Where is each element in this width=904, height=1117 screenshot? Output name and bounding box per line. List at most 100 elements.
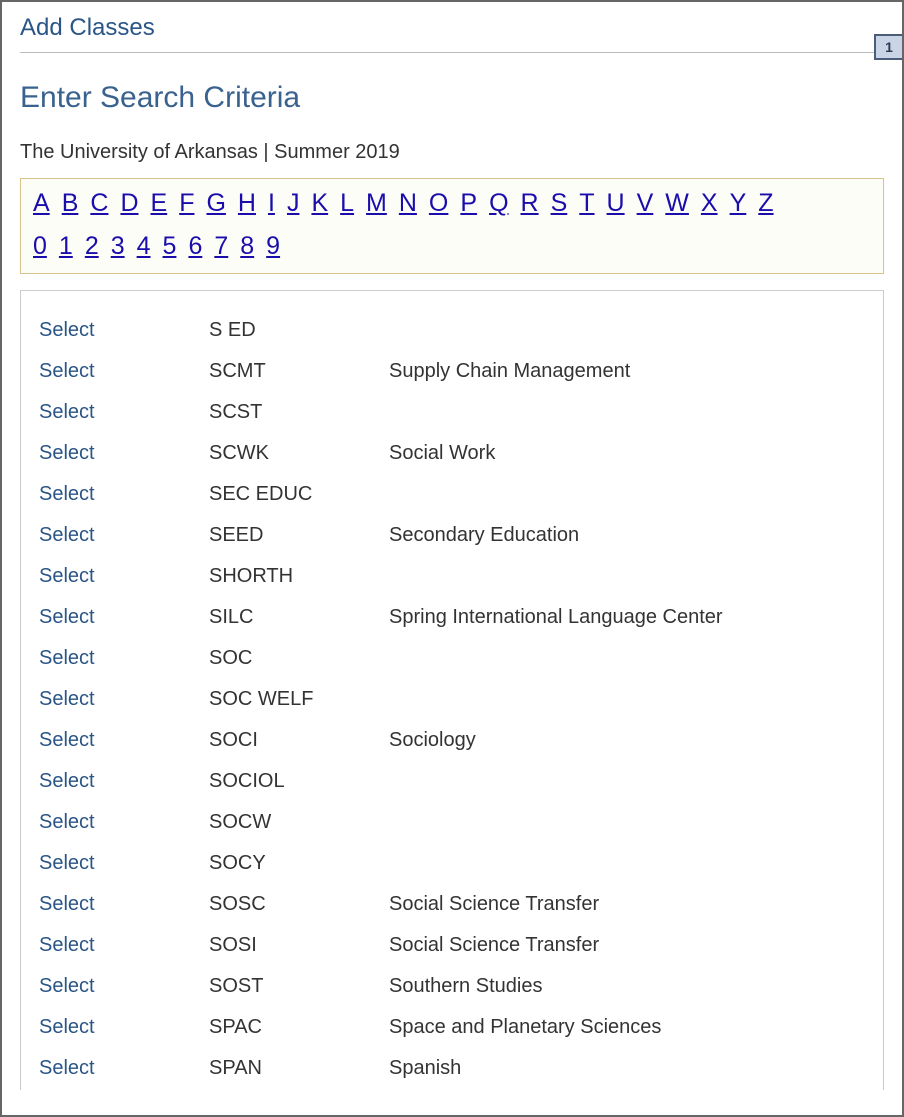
- alpha-filter-k[interactable]: K: [311, 189, 328, 218]
- app-frame: 1 Add Classes Enter Search Criteria The …: [0, 0, 904, 1117]
- select-link[interactable]: Select: [39, 1016, 209, 1039]
- alpha-filter-v[interactable]: V: [637, 189, 654, 218]
- alpha-filter-0[interactable]: 0: [33, 232, 47, 261]
- subject-code: SCST: [209, 401, 389, 424]
- page-title: Add Classes: [20, 14, 884, 46]
- subject-code: SCWK: [209, 442, 389, 465]
- select-link[interactable]: Select: [39, 483, 209, 506]
- result-row: SelectSEC EDUC: [21, 475, 883, 516]
- alpha-filter-y[interactable]: Y: [730, 189, 747, 218]
- result-row: SelectSPANSpanish: [21, 1049, 883, 1090]
- subject-code: SOST: [209, 975, 389, 998]
- subject-description: Social Work: [389, 442, 883, 465]
- select-link[interactable]: Select: [39, 770, 209, 793]
- page-subtitle: Enter Search Criteria: [20, 81, 884, 115]
- alpha-filter-8[interactable]: 8: [240, 232, 254, 261]
- alpha-filter-q[interactable]: Q: [489, 189, 508, 218]
- select-link[interactable]: Select: [39, 811, 209, 834]
- result-row: SelectSOCY: [21, 844, 883, 885]
- alpha-filter-l[interactable]: L: [340, 189, 354, 218]
- select-link[interactable]: Select: [39, 319, 209, 342]
- alpha-filter-p[interactable]: P: [460, 189, 477, 218]
- result-row: SelectSOCISociology: [21, 721, 883, 762]
- select-link[interactable]: Select: [39, 360, 209, 383]
- alpha-filter-9[interactable]: 9: [266, 232, 280, 261]
- subject-code: S ED: [209, 319, 389, 342]
- subject-description: Social Science Transfer: [389, 893, 883, 916]
- result-row: SelectSOCW: [21, 803, 883, 844]
- alpha-filter-f[interactable]: F: [179, 189, 194, 218]
- select-link[interactable]: Select: [39, 401, 209, 424]
- alpha-filter-b[interactable]: B: [62, 189, 79, 218]
- subject-description: Spring International Language Center: [389, 606, 883, 629]
- result-row: SelectSOC WELF: [21, 680, 883, 721]
- select-link[interactable]: Select: [39, 647, 209, 670]
- subject-description: Secondary Education: [389, 524, 883, 547]
- alpha-filter-3[interactable]: 3: [111, 232, 125, 261]
- result-row: SelectSOSTSouthern Studies: [21, 967, 883, 1008]
- result-row: SelectSOC: [21, 639, 883, 680]
- subject-code: SOCI: [209, 729, 389, 752]
- alpha-filter-6[interactable]: 6: [188, 232, 202, 261]
- subject-code: SOCW: [209, 811, 389, 834]
- subject-code: SPAC: [209, 1016, 389, 1039]
- title-divider: [20, 52, 884, 53]
- alpha-filter-h[interactable]: H: [238, 189, 256, 218]
- alpha-filter-1[interactable]: 1: [59, 232, 73, 261]
- select-link[interactable]: Select: [39, 934, 209, 957]
- step-badge: 1: [874, 34, 904, 60]
- alpha-filter-z[interactable]: Z: [758, 189, 773, 218]
- alpha-filter-g[interactable]: G: [206, 189, 225, 218]
- alpha-filter-r[interactable]: R: [521, 189, 539, 218]
- content-area: Add Classes Enter Search Criteria The Un…: [2, 2, 902, 1090]
- alpha-filter-u[interactable]: U: [607, 189, 625, 218]
- alpha-filter-e[interactable]: E: [151, 189, 168, 218]
- result-row: SelectSCWKSocial Work: [21, 434, 883, 475]
- result-row: SelectSCST: [21, 393, 883, 434]
- subject-code: SCMT: [209, 360, 389, 383]
- subject-description: Supply Chain Management: [389, 360, 883, 383]
- alpha-filter-t[interactable]: T: [579, 189, 594, 218]
- select-link[interactable]: Select: [39, 524, 209, 547]
- subject-code: SOCY: [209, 852, 389, 875]
- alpha-filter-w[interactable]: W: [665, 189, 689, 218]
- alpha-filter-s[interactable]: S: [551, 189, 568, 218]
- select-link[interactable]: Select: [39, 975, 209, 998]
- select-link[interactable]: Select: [39, 442, 209, 465]
- select-link[interactable]: Select: [39, 688, 209, 711]
- select-link[interactable]: Select: [39, 606, 209, 629]
- result-row: SelectSOCIOL: [21, 762, 883, 803]
- alpha-filter-j[interactable]: J: [287, 189, 300, 218]
- subject-description: Space and Planetary Sciences: [389, 1016, 883, 1039]
- result-row: SelectS ED: [21, 311, 883, 352]
- select-link[interactable]: Select: [39, 893, 209, 916]
- alpha-filter-x[interactable]: X: [701, 189, 718, 218]
- alpha-filter-7[interactable]: 7: [214, 232, 228, 261]
- alpha-filter-a[interactable]: A: [33, 189, 50, 218]
- result-row: SelectSPACSpace and Planetary Sciences: [21, 1008, 883, 1049]
- alpha-filter-d[interactable]: D: [120, 189, 138, 218]
- alpha-filter-4[interactable]: 4: [137, 232, 151, 261]
- result-row: SelectSCMTSupply Chain Management: [21, 352, 883, 393]
- subject-code: SOCIOL: [209, 770, 389, 793]
- alphabet-letters-row: ABCDEFGHIJKLMNOPQRSTUVWXYZ: [27, 189, 877, 218]
- alpha-filter-c[interactable]: C: [90, 189, 108, 218]
- alpha-filter-5[interactable]: 5: [163, 232, 177, 261]
- subject-code: SOC WELF: [209, 688, 389, 711]
- subject-code: SOSI: [209, 934, 389, 957]
- alpha-filter-o[interactable]: O: [429, 189, 448, 218]
- subject-description: Southern Studies: [389, 975, 883, 998]
- result-row: SelectSOSISocial Science Transfer: [21, 926, 883, 967]
- select-link[interactable]: Select: [39, 852, 209, 875]
- result-row: SelectSILCSpring International Language …: [21, 598, 883, 639]
- alpha-filter-n[interactable]: N: [399, 189, 417, 218]
- alpha-filter-2[interactable]: 2: [85, 232, 99, 261]
- select-link[interactable]: Select: [39, 1057, 209, 1080]
- alpha-filter-i[interactable]: I: [268, 189, 275, 218]
- alpha-filter-m[interactable]: M: [366, 189, 387, 218]
- select-link[interactable]: Select: [39, 729, 209, 752]
- result-row: SelectSHORTH: [21, 557, 883, 598]
- result-row: SelectSEEDSecondary Education: [21, 516, 883, 557]
- select-link[interactable]: Select: [39, 565, 209, 588]
- subject-code: SOC: [209, 647, 389, 670]
